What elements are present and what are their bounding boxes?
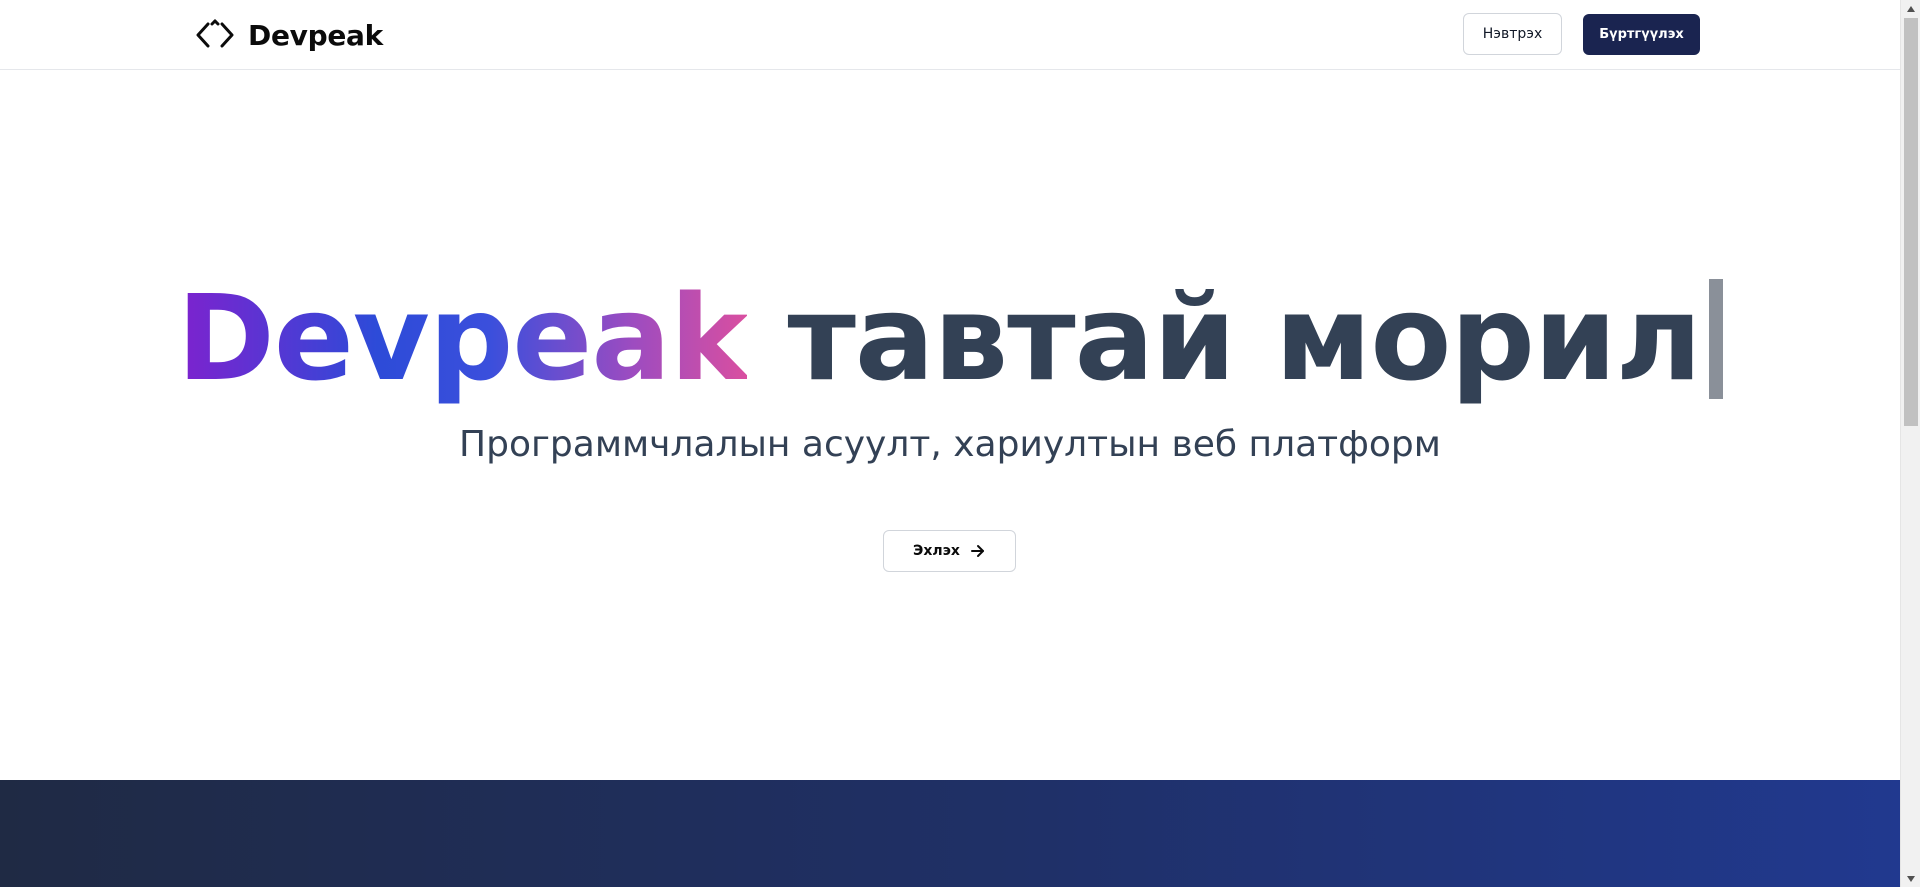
arrow-right-icon bbox=[970, 544, 986, 558]
hero-title: Devpeak тавтай морил bbox=[0, 268, 1900, 408]
register-button[interactable]: Бүртгүүлэх bbox=[1583, 14, 1700, 55]
page-scrollbar[interactable] bbox=[1900, 0, 1920, 887]
hero-title-brand: Devpeak bbox=[176, 269, 748, 407]
hero-title-rest: тавтай морил bbox=[747, 269, 1703, 407]
hero-subtitle: Программчлалын асуулт, хариултын веб пла… bbox=[459, 424, 1441, 465]
brand-name: Devpeak bbox=[248, 18, 383, 52]
top-navbar: Devpeak Нэвтрэх Бүртгүүлэх bbox=[0, 0, 1900, 70]
typing-caret bbox=[1709, 279, 1724, 399]
start-button[interactable]: Эхлэх bbox=[883, 530, 1016, 572]
brand-logo[interactable]: Devpeak bbox=[196, 17, 383, 53]
scroll-down-arrow-icon[interactable] bbox=[1901, 870, 1920, 887]
features-section-band bbox=[0, 780, 1900, 887]
scrollbar-thumb[interactable] bbox=[1904, 18, 1918, 426]
start-button-label: Эхлэх bbox=[913, 543, 960, 559]
code-brackets-icon bbox=[196, 18, 234, 52]
login-button[interactable]: Нэвтрэх bbox=[1463, 13, 1562, 55]
scroll-up-arrow-icon[interactable] bbox=[1901, 0, 1920, 17]
